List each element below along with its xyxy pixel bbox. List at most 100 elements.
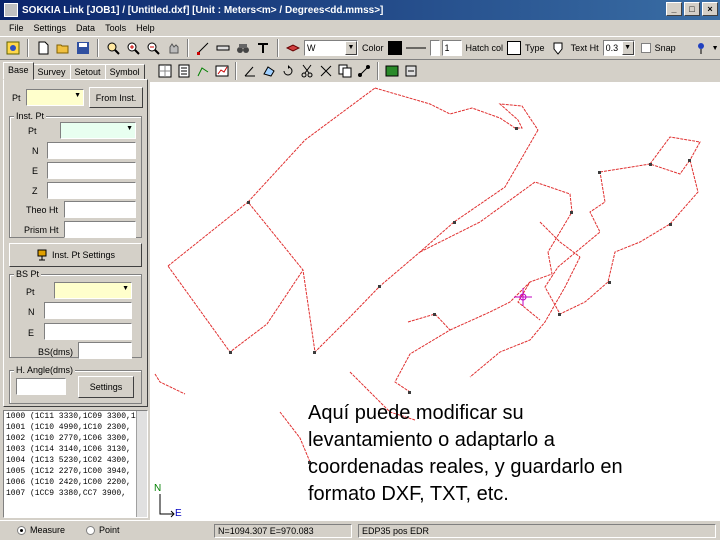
menu-data[interactable]: Data (71, 23, 100, 33)
line-width-select[interactable]: 1 (441, 40, 462, 56)
h-angle-input[interactable] (16, 378, 66, 395)
tab-survey[interactable]: Survey (32, 64, 71, 80)
traverse-icon[interactable] (194, 62, 212, 80)
text-height-select[interactable]: 0.3 ▼ (602, 40, 635, 56)
connect-icon[interactable] (355, 62, 373, 80)
dropdown-arrow-icon[interactable]: ▼ (712, 45, 719, 52)
list-item[interactable]: 1001 (1C10 4990,1C10 2300, (4, 422, 147, 433)
tab-base[interactable]: Base (3, 62, 34, 80)
chevron-down-icon[interactable]: ▼ (345, 41, 357, 55)
zoom-out-icon[interactable] (144, 39, 162, 57)
pt-input[interactable]: ▼ (26, 89, 84, 106)
bs-n-input[interactable] (44, 302, 132, 319)
menu-help[interactable]: Help (131, 23, 160, 33)
color-swatch[interactable] (387, 41, 402, 55)
north-east-axis (159, 494, 175, 518)
chart-icon[interactable] (213, 62, 231, 80)
north-label: N (154, 483, 161, 494)
chevron-down-icon[interactable]: ▼ (74, 92, 81, 99)
hatch-color-swatch[interactable] (507, 41, 522, 55)
open-folder-icon[interactable] (54, 39, 72, 57)
list-item[interactable]: 1000 (1C11 3330,1C09 3300,1 (4, 411, 147, 422)
app-icon[interactable] (4, 3, 18, 17)
line-style-icon[interactable] (404, 41, 428, 55)
list-item[interactable]: 1007 (1CC9 3380,CC7 3900, (4, 488, 147, 499)
grid-icon[interactable] (156, 62, 174, 80)
cut-icon[interactable] (298, 62, 316, 80)
pan-icon[interactable] (164, 39, 182, 57)
area-icon[interactable] (260, 62, 278, 80)
mode-readout: EDP35 pos EDR (358, 524, 716, 538)
inst-pt-settings-label: Inst. Pt Settings (51, 250, 116, 260)
prism-ht-input[interactable] (64, 221, 136, 238)
inst-pt-settings-button[interactable]: Inst. Pt Settings (9, 243, 142, 267)
base-panel: Pt ▼ From Inst. Inst. Pt Pt ▼ N E Z Theo… (3, 79, 148, 407)
point-radio[interactable] (86, 526, 95, 535)
line-style-spin[interactable] (429, 40, 440, 56)
close-button[interactable]: × (702, 2, 718, 16)
list-item[interactable]: 1005 (1C12 2270,1C00 3940, (4, 466, 147, 477)
chevron-down-icon[interactable]: ▼ (621, 41, 634, 55)
theo-ht-input[interactable] (64, 201, 136, 218)
boundary-line (517, 251, 553, 321)
point-list[interactable]: 1000 (1C11 3330,1C09 3300,1 1001 (1C10 4… (3, 410, 148, 518)
settings-button[interactable]: Settings (78, 376, 134, 398)
crosshair-cursor (514, 288, 532, 306)
minimize-button[interactable]: _ (666, 2, 682, 16)
list-item[interactable]: 1006 (1C10 2420,1C00 2200, (4, 477, 147, 488)
zoom-in-icon[interactable] (124, 39, 142, 57)
bs-pt-input[interactable]: ▼ (54, 282, 132, 299)
text-height-value: 0.3 (605, 43, 619, 53)
binoculars-icon[interactable] (234, 39, 252, 57)
bs-dms-input[interactable] (78, 342, 132, 359)
caption-line: formato DXF, TXT, etc. (308, 483, 509, 505)
title-bar: SOKKIA Link [JOB1] / [Untitled.dxf] [Uni… (0, 0, 720, 20)
angle-icon[interactable] (241, 62, 259, 80)
pushpin-icon[interactable] (692, 39, 710, 57)
bs-e-input[interactable] (44, 323, 132, 340)
text-height-label: Text Ht (570, 43, 599, 53)
export-icon[interactable] (383, 62, 401, 80)
maximize-button[interactable]: □ (684, 2, 700, 16)
n-input[interactable] (47, 142, 136, 159)
zoom-window-icon[interactable] (104, 39, 122, 57)
measure-icon[interactable] (214, 39, 232, 57)
layer-icon[interactable] (284, 39, 302, 57)
z-label: Z (32, 186, 38, 196)
list-item[interactable]: 1004 (1C13 5230,1C02 4300, (4, 455, 147, 466)
measure-radio[interactable] (17, 526, 26, 535)
import-icon[interactable] (402, 62, 420, 80)
list-scrollbar[interactable] (136, 411, 147, 517)
z-input[interactable] (47, 182, 136, 199)
menu-settings[interactable]: Settings (29, 23, 72, 33)
from-inst-button[interactable]: From Inst. (89, 87, 143, 108)
snap-checkbox[interactable] (640, 43, 651, 53)
transform-icon[interactable] (317, 62, 335, 80)
rotate-icon[interactable] (279, 62, 297, 80)
survey-point (229, 351, 232, 354)
list-item[interactable]: 1002 (1C10 2770,1C06 3300, (4, 433, 147, 444)
new-file-icon[interactable] (34, 39, 52, 57)
settings-icon[interactable] (4, 39, 22, 57)
boundary-line (279, 411, 311, 463)
point-list-icon[interactable] (175, 62, 193, 80)
survey-point (313, 351, 316, 354)
save-icon[interactable] (74, 39, 92, 57)
chevron-down-icon[interactable]: ▼ (126, 125, 133, 132)
inst-pt-group-title: Inst. Pt (14, 111, 47, 121)
tab-setout[interactable]: Setout (69, 64, 106, 80)
layer-select[interactable]: W ▼ (304, 40, 358, 56)
symbol-type-icon[interactable] (549, 39, 567, 57)
list-item[interactable]: 1003 (1C14 3140,1C06 3130, (4, 444, 147, 455)
inst-pt-input[interactable]: ▼ (60, 122, 136, 139)
hatch-color-label: Hatch col (465, 43, 504, 53)
menu-file[interactable]: File (4, 23, 29, 33)
menu-tools[interactable]: Tools (100, 23, 131, 33)
copy-icon[interactable] (336, 62, 354, 80)
e-input[interactable] (47, 162, 136, 179)
draw-line-icon[interactable] (194, 39, 212, 57)
tab-symbol[interactable]: Symbol (104, 64, 145, 80)
boundary-line (649, 136, 701, 165)
chevron-down-icon[interactable]: ▼ (122, 285, 129, 292)
text-tool-icon[interactable] (254, 39, 272, 57)
